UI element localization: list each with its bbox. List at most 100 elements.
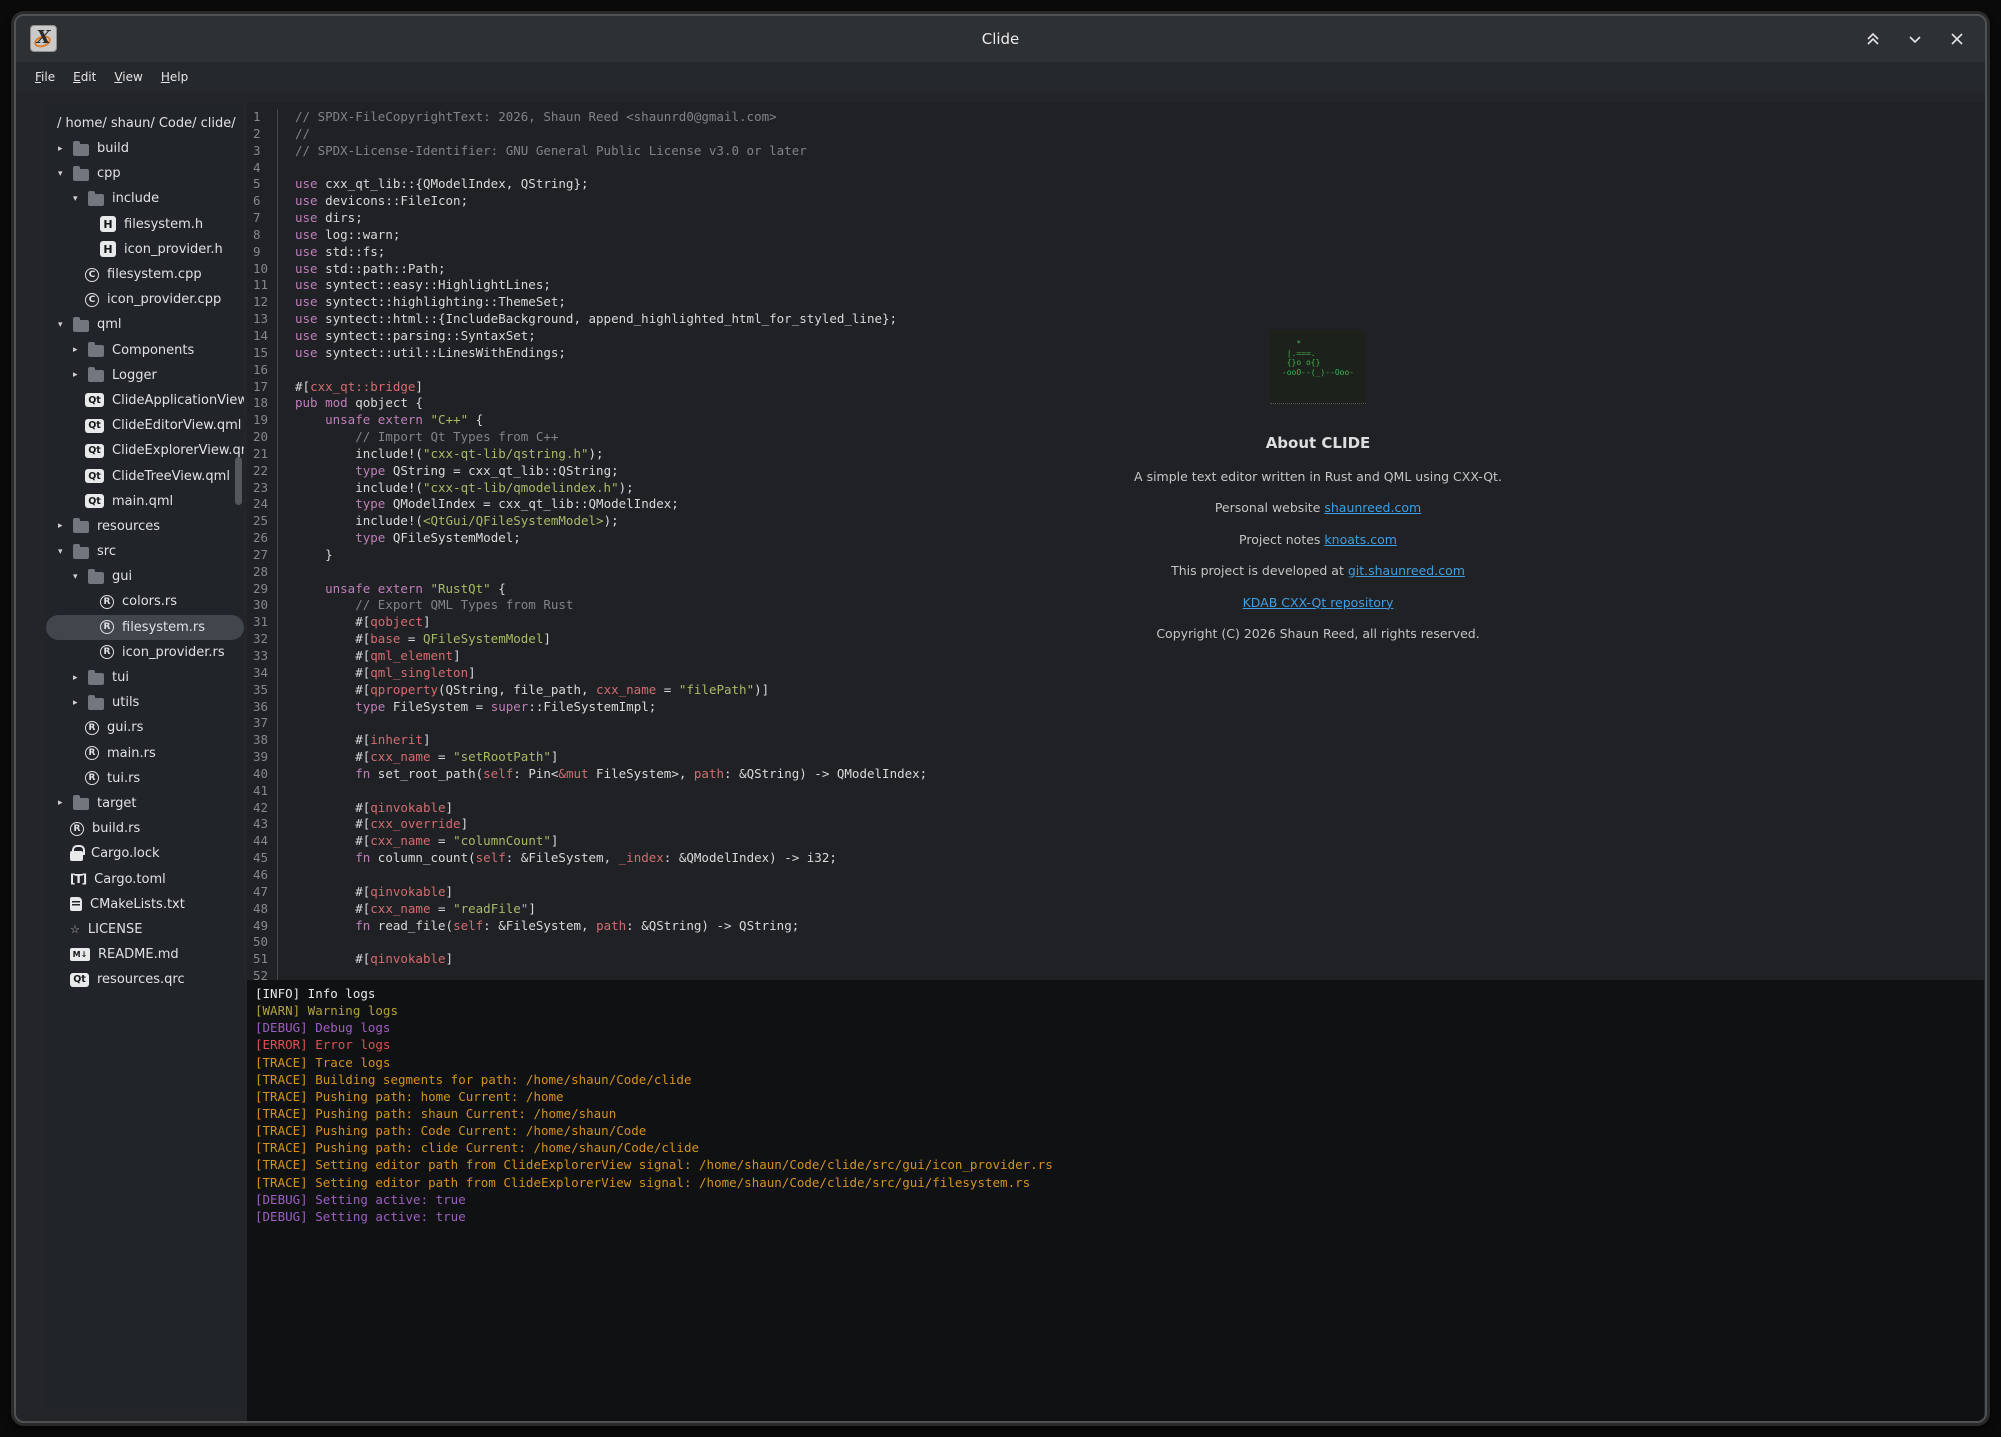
- tree-item-cpp[interactable]: ▾cpp: [46, 161, 244, 186]
- window-title: Clide: [16, 30, 1985, 48]
- code-text: #[cxx_name = "readFile"]: [277, 901, 536, 918]
- tree-item-filesystem.h[interactable]: Hfilesystem.h: [46, 212, 244, 237]
- tree-item-Logger[interactable]: ▸ Logger: [46, 363, 244, 388]
- tree-item-LICENSE[interactable]: ☆LICENSE: [46, 917, 244, 942]
- tree-item-ClideTreeView.qml[interactable]: QtClideTreeView.qml: [46, 463, 244, 488]
- log-console[interactable]: [INFO] Info logs[WARN] Warning logs[DEBU…: [247, 980, 1984, 1421]
- code-text: use syntect::easy::HighlightLines;: [277, 277, 551, 294]
- chevron-right-icon[interactable]: ▸: [58, 521, 73, 531]
- qt-file-icon: Qt: [85, 469, 104, 483]
- chevron-right-icon[interactable]: ▸: [58, 798, 73, 808]
- tree-item-label: Logger: [112, 368, 157, 383]
- star-file-icon: ☆: [70, 923, 80, 936]
- lock-file-icon: [70, 851, 83, 861]
- tree-item-resources[interactable]: ▸resources: [46, 514, 244, 539]
- chevron-right-icon[interactable]: ▸: [58, 144, 73, 154]
- line-number: 1: [247, 109, 277, 126]
- menu-item-file[interactable]: File: [26, 66, 64, 88]
- title-bar[interactable]: X Clide: [16, 16, 1985, 62]
- tree-item-Cargo.toml[interactable]: [T]Cargo.toml: [46, 866, 244, 891]
- chevron-down-icon[interactable]: ▾: [58, 547, 73, 557]
- code-text: #[cxx_name = "columnCount"]: [277, 833, 558, 850]
- line-number: 38: [247, 732, 277, 749]
- folder-file-icon: [88, 698, 104, 710]
- log-line: [TRACE] Pushing path: Code Current: /hom…: [255, 1122, 1976, 1139]
- menu-item-edit[interactable]: Edit: [64, 66, 105, 88]
- log-line: [DEBUG] Setting active: true: [255, 1208, 1976, 1225]
- code-text: include!("cxx-qt-lib/qmodelindex.h");: [277, 480, 634, 497]
- line-number: 25: [247, 513, 277, 530]
- line-number: 31: [247, 614, 277, 631]
- tree-item-include[interactable]: ▾include: [46, 186, 244, 211]
- chevron-right-icon[interactable]: ▸: [73, 698, 88, 708]
- tree-item-ClideEditorView.qml[interactable]: QtClideEditorView.qml: [46, 413, 244, 438]
- code-text: [277, 783, 303, 800]
- folder-file-icon: [73, 144, 89, 156]
- menu-item-view[interactable]: View: [105, 66, 151, 88]
- folder-file-icon: [88, 194, 104, 206]
- minimize-icon[interactable]: [1905, 29, 1925, 49]
- log-line: [INFO] Info logs: [255, 985, 1976, 1002]
- tree-item-resources.qrc[interactable]: Qtresources.qrc: [46, 967, 244, 992]
- tree-item-gui.rs[interactable]: Rgui.rs: [46, 715, 244, 740]
- tree-item-target[interactable]: ▸target: [46, 791, 244, 816]
- code-text: [277, 564, 303, 581]
- tree-item-Components[interactable]: ▸ Components: [46, 338, 244, 363]
- tree-item-icon_provider.cpp[interactable]: Cicon_provider.cpp: [46, 287, 244, 312]
- tree-item-icon_provider.rs[interactable]: Ricon_provider.rs: [46, 640, 244, 665]
- code-line: 50: [247, 934, 1984, 951]
- tree-item-src[interactable]: ▾src: [46, 539, 244, 564]
- file-explorer-panel: / home/ shaun/ Code/ clide/ ▸build▾cpp▾i…: [45, 102, 245, 1410]
- about-title: About CLIDE: [1018, 434, 1618, 452]
- tree-item-gui[interactable]: ▾gui: [46, 564, 244, 589]
- about-link[interactable]: shaunreed.com: [1324, 500, 1421, 515]
- line-number: 12: [247, 294, 277, 311]
- chevron-down-icon[interactable]: ▾: [73, 194, 88, 204]
- chevron-down-icon[interactable]: ▾: [73, 572, 88, 582]
- chevron-right-icon[interactable]: ▸: [73, 345, 88, 355]
- tree-item-Cargo.lock[interactable]: Cargo.lock: [46, 841, 244, 866]
- tree-item-tui[interactable]: ▸tui: [46, 665, 244, 690]
- tree-item-tui.rs[interactable]: Rtui.rs: [46, 766, 244, 791]
- tree-item-label: icon_provider.h: [124, 242, 223, 257]
- tree-item-ClideExplorerView.qml[interactable]: QtClideExplorerView.qml: [46, 438, 244, 463]
- chevron-right-icon[interactable]: ▸: [73, 370, 88, 380]
- tree-item-utils[interactable]: ▸utils: [46, 690, 244, 715]
- tree-scrollbar[interactable]: [235, 457, 242, 505]
- tree-item-main.rs[interactable]: Rmain.rs: [46, 741, 244, 766]
- about-link[interactable]: KDAB CXX-Qt repository: [1243, 595, 1394, 610]
- about-link[interactable]: git.shaunreed.com: [1348, 563, 1465, 578]
- tree-root-path[interactable]: / home/ shaun/ Code/ clide/: [45, 111, 245, 136]
- code-text: #[qinvokable]: [277, 800, 453, 817]
- txt-file-icon: [70, 897, 82, 911]
- line-number: 22: [247, 463, 277, 480]
- close-icon[interactable]: [1947, 29, 1967, 49]
- tree-item-CMakeLists.txt[interactable]: CMakeLists.txt: [46, 892, 244, 917]
- code-editor[interactable]: 1// SPDX-FileCopyrightText: 2026, Shaun …: [247, 102, 1984, 980]
- chevron-right-icon[interactable]: ▸: [73, 673, 88, 683]
- line-number: 45: [247, 850, 277, 867]
- tree-item-label: resources.qrc: [97, 972, 185, 987]
- maximize-icon[interactable]: [1863, 29, 1883, 49]
- tree-item-qml[interactable]: ▾qml: [46, 312, 244, 337]
- tree-item-colors.rs[interactable]: Rcolors.rs: [46, 589, 244, 614]
- tree-item-main.qml[interactable]: Qtmain.qml: [46, 489, 244, 514]
- chevron-down-icon[interactable]: ▾: [58, 169, 73, 179]
- tree-item-build[interactable]: ▸build: [46, 136, 244, 161]
- log-line: [ERROR] Error logs: [255, 1036, 1976, 1053]
- tree-item-README.md[interactable]: M↓README.md: [46, 942, 244, 967]
- code-text: type FileSystem = super::FileSystemImpl;: [277, 699, 656, 716]
- chevron-down-icon[interactable]: ▾: [58, 320, 73, 330]
- tree-item-icon_provider.h[interactable]: Hicon_provider.h: [46, 237, 244, 262]
- about-link[interactable]: knoats.com: [1324, 532, 1397, 547]
- tree-item-label: Components: [112, 343, 194, 358]
- tree-item-filesystem.cpp[interactable]: Cfilesystem.cpp: [46, 262, 244, 287]
- tree-item-ClideApplicationView.qml[interactable]: QtClideApplicationView.qml: [46, 388, 244, 413]
- h-file-icon: H: [100, 216, 116, 232]
- code-text: use syntect::util::LinesWithEndings;: [277, 345, 566, 362]
- menu-item-help[interactable]: Help: [152, 66, 197, 88]
- line-number: 18: [247, 395, 277, 412]
- tree-item-build.rs[interactable]: Rbuild.rs: [46, 816, 244, 841]
- code-text: [277, 934, 303, 951]
- tree-item-filesystem.rs[interactable]: Rfilesystem.rs: [46, 615, 244, 640]
